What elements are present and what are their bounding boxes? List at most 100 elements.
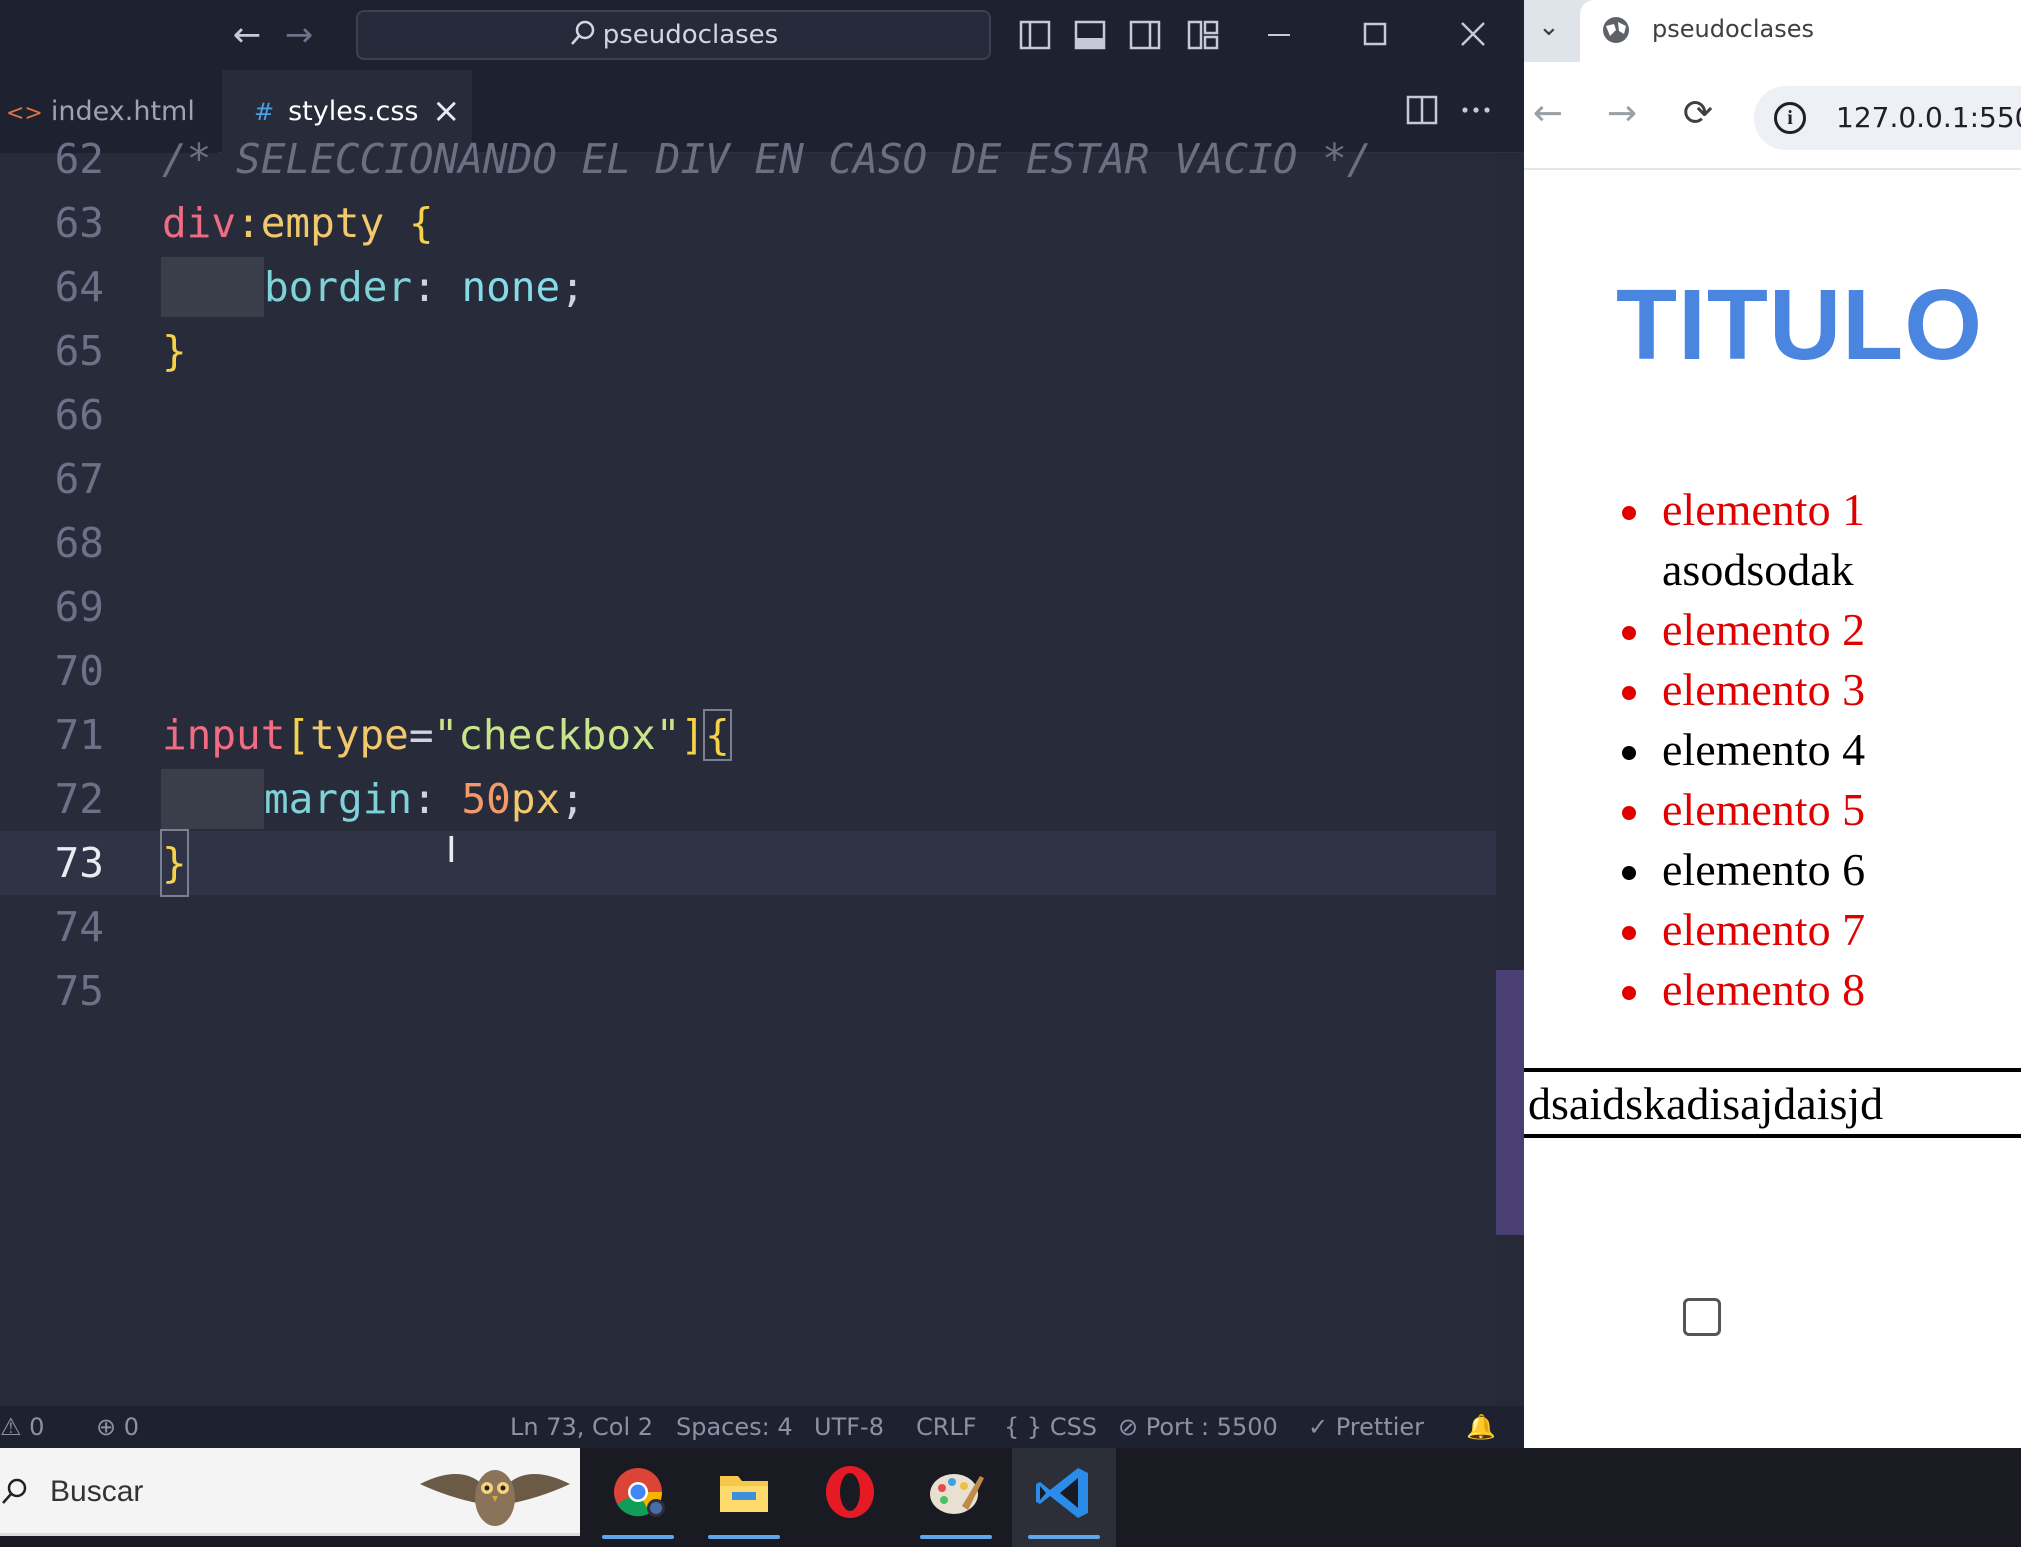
code-line-63[interactable]: 63 div:empty { (0, 191, 1510, 255)
language-label: CSS (1049, 1413, 1098, 1441)
reload-icon[interactable]: ⟳ (1678, 92, 1718, 136)
line-number: 65 (54, 327, 104, 375)
list-item-text: elemento 2 (1662, 604, 1866, 655)
code-line-75[interactable]: 75 (0, 959, 1510, 1023)
bullet-icon (1622, 866, 1636, 880)
check-icon: ✓ (1308, 1413, 1329, 1441)
code-editor[interactable]: 62 /* SELECCIONANDO EL DIV EN CASO DE ES… (0, 135, 1510, 1413)
line-number: 63 (54, 199, 104, 247)
toggle-primary-sidebar-icon[interactable] (1018, 18, 1052, 52)
address-bar[interactable]: i 127.0.0.1:5500 (1754, 86, 2021, 150)
open-brace: { (384, 199, 434, 247)
forward-arrow-icon[interactable]: → (278, 14, 320, 56)
code-line-64[interactable]: 64 border: none; (0, 255, 1510, 319)
taskbar-chrome[interactable] (586, 1448, 690, 1547)
list-item: elemento 2 (1616, 600, 1865, 660)
css-property: border (264, 263, 413, 311)
taskbar-opera[interactable] (798, 1448, 902, 1547)
indent-guide (161, 257, 264, 317)
taskbar-search-box[interactable]: Buscar (0, 1448, 580, 1536)
prettier-status[interactable]: ✓ Prettier (1308, 1406, 1424, 1448)
line-number: 72 (54, 775, 104, 823)
notifications-bell-icon[interactable]: 🔔 (1466, 1406, 1496, 1448)
code-comment: /* SELECCIONANDO EL DIV EN CASO DE ESTAR… (162, 135, 1372, 183)
code-line-73[interactable]: 73 } (0, 829, 1510, 897)
minimize-icon[interactable] (1254, 14, 1304, 56)
taskbar-file-explorer[interactable] (692, 1448, 796, 1547)
broadcast-icon: ⊕ (96, 1413, 117, 1441)
maximize-icon[interactable] (1350, 14, 1400, 56)
code-line-66[interactable]: 66 (0, 383, 1510, 447)
code-line-67[interactable]: 67 (0, 447, 1510, 511)
line-number: 75 (54, 967, 104, 1015)
list-item: elemento 8 (1616, 960, 1865, 1020)
site-info-icon[interactable]: i (1774, 102, 1806, 134)
bullet-icon (1622, 746, 1636, 760)
list-item-text: elemento 1 (1662, 484, 1866, 535)
toggle-panel-icon[interactable] (1073, 18, 1107, 52)
running-indicator (708, 1535, 780, 1539)
bullet-icon (1622, 506, 1636, 520)
taskbar-vscode[interactable] (1012, 1448, 1116, 1547)
css-selector: div (162, 199, 237, 247)
code-line-71[interactable]: 71 input[type="checkbox"]{ (0, 703, 1510, 767)
tab-search-chevron-icon[interactable]: ⌄ (1538, 12, 1560, 42)
toggle-secondary-sidebar-icon[interactable] (1128, 18, 1162, 52)
language-mode[interactable]: { } CSS (1004, 1406, 1097, 1448)
taskbar-search-placeholder: Buscar (50, 1475, 144, 1508)
open-brace: { (703, 709, 732, 761)
editor-scrollbar-thumb[interactable] (1496, 970, 1524, 1235)
url-text: 127.0.0.1:5500 (1836, 101, 2021, 134)
line-number: 66 (54, 391, 104, 439)
more-actions-icon[interactable] (1456, 90, 1496, 130)
ports-indicator[interactable]: ⊕ 0 (96, 1406, 139, 1448)
taskbar-paint[interactable] (904, 1448, 1008, 1547)
browser-tab[interactable]: pseudoclases (1580, 0, 2021, 62)
css-attribute: type (310, 711, 409, 759)
code-line-72[interactable]: 72 margin: 50px; (0, 767, 1510, 831)
web-page-content: TITULO elemento 1 asodsodak elemento 2 e… (1524, 170, 2021, 1448)
vscode-icon (1036, 1468, 1088, 1518)
text-cursor-icon: I (446, 830, 457, 871)
line-number: 62 (54, 135, 104, 183)
indentation-setting[interactable]: Spaces: 4 (676, 1406, 793, 1448)
page-checkbox[interactable] (1683, 1298, 1721, 1336)
split-editor-icon[interactable] (1402, 90, 1442, 130)
problems-indicator[interactable]: ⚠ 0 (0, 1406, 44, 1448)
cursor-position[interactable]: Ln 73, Col 2 (510, 1406, 653, 1448)
line-number: 68 (54, 519, 104, 567)
live-server-port[interactable]: ⊘ Port : 5500 (1118, 1406, 1278, 1448)
customize-layout-icon[interactable] (1186, 18, 1220, 52)
line-number: 74 (54, 903, 104, 951)
line-number: 73 (54, 839, 104, 887)
browser-back-icon[interactable]: ← (1528, 92, 1568, 136)
browser-window: ⌄ pseudoclases ← → ⟳ i 127.0.0.1:5500 TI… (1524, 0, 2021, 1448)
browser-forward-icon[interactable]: → (1602, 92, 1642, 136)
code-line-68[interactable]: 68 (0, 511, 1510, 575)
code-line-70[interactable]: 70 (0, 639, 1510, 703)
back-arrow-icon[interactable]: ← (226, 14, 268, 56)
status-bar: ⚠ 0 ⊕ 0 Ln 73, Col 2 Spaces: 4 UTF-8 CRL… (0, 1406, 1524, 1448)
code-line-65[interactable]: 65 } (0, 319, 1510, 383)
code-line-74[interactable]: 74 (0, 895, 1510, 959)
encoding-setting[interactable]: UTF-8 (814, 1406, 884, 1448)
list-item: elemento 1 (1616, 480, 1865, 540)
close-window-icon[interactable] (1448, 14, 1498, 56)
port-label: Port : 5500 (1145, 1413, 1278, 1441)
code-line-69[interactable]: 69 (0, 575, 1510, 639)
eol-setting[interactable]: CRLF (916, 1406, 977, 1448)
owl-highlight-icon (420, 1470, 570, 1526)
search-text: pseudoclases (602, 20, 779, 50)
search-icon (570, 20, 594, 45)
css-property: margin (264, 775, 413, 823)
list-item-text: elemento 5 (1662, 784, 1866, 835)
list-item-text: elemento 4 (1662, 724, 1866, 775)
tab-label: index.html (50, 96, 195, 127)
braces-icon: { } (1004, 1413, 1043, 1441)
vscode-window: ← → pseudoclases <> index.html # styles.cs… (0, 0, 1524, 1448)
list-item: elemento 3 (1616, 660, 1865, 720)
element-list: elemento 1 asodsodak elemento 2 elemento… (1616, 480, 1865, 1020)
code-line-62[interactable]: 62 /* SELECCIONANDO EL DIV EN CASO DE ES… (0, 127, 1510, 191)
css-value: none (461, 263, 561, 311)
command-center-search[interactable]: pseudoclases (356, 10, 991, 60)
